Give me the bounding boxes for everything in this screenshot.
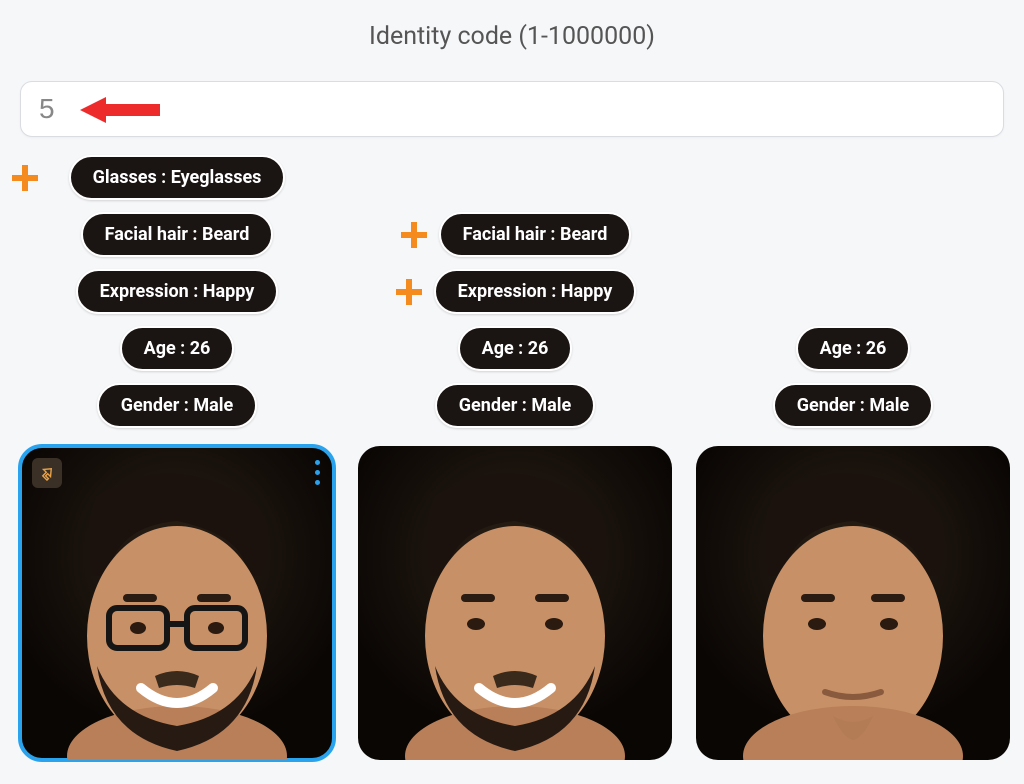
- result-column: Glasses : Eyeglasses Facial hair : Beard…: [20, 155, 334, 760]
- attribute-pill-gender[interactable]: Gender : Male: [97, 383, 257, 428]
- result-column: Facial hair : Beard Expression : Happy A…: [358, 212, 672, 760]
- face-illustration: [713, 466, 993, 760]
- attribute-row: Expression : Happy: [358, 269, 672, 314]
- attribute-pill-glasses[interactable]: Glasses : Eyeglasses: [69, 155, 286, 200]
- attribute-pill-gender[interactable]: Gender : Male: [435, 383, 595, 428]
- attribute-row: Facial hair : Beard: [20, 212, 334, 257]
- face-illustration: [37, 466, 317, 760]
- plus-icon: [10, 163, 40, 193]
- attribute-pill-gender[interactable]: Gender : Male: [773, 383, 933, 428]
- attribute-pill-expression[interactable]: Expression : Happy: [76, 269, 279, 314]
- attribute-pill-expression[interactable]: Expression : Happy: [434, 269, 637, 314]
- result-column: Age : 26 Gender : Male: [696, 326, 1010, 760]
- attribute-row: Gender : Male: [358, 383, 672, 428]
- attribute-row: Facial hair : Beard: [358, 212, 672, 257]
- plus-icon: [394, 277, 424, 307]
- face-illustration: [375, 466, 655, 760]
- portrait-image[interactable]: [696, 446, 1010, 760]
- attribute-row: Gender : Male: [696, 383, 1010, 428]
- results-row: Glasses : Eyeglasses Facial hair : Beard…: [0, 137, 1024, 760]
- attribute-pill-age[interactable]: Age : 26: [458, 326, 573, 371]
- portrait-image[interactable]: [20, 446, 334, 760]
- attribute-pill-facial-hair[interactable]: Facial hair : Beard: [81, 212, 274, 257]
- page-title: Identity code (1-1000000): [0, 22, 1024, 51]
- attribute-row: Age : 26: [358, 326, 672, 371]
- attribute-pill-age[interactable]: Age : 26: [796, 326, 911, 371]
- identity-code-input-wrap: [20, 81, 1004, 137]
- attribute-row: Age : 26: [20, 326, 334, 371]
- attribute-row: Expression : Happy: [20, 269, 334, 314]
- identity-code-input[interactable]: [20, 81, 1004, 137]
- attribute-row: Gender : Male: [20, 383, 334, 428]
- plus-icon: [399, 220, 429, 250]
- attribute-pill-age[interactable]: Age : 26: [120, 326, 235, 371]
- attribute-row: Glasses : Eyeglasses: [20, 155, 334, 200]
- attribute-pill-facial-hair[interactable]: Facial hair : Beard: [439, 212, 632, 257]
- attribute-row: Age : 26: [696, 326, 1010, 371]
- portrait-image[interactable]: [358, 446, 672, 760]
